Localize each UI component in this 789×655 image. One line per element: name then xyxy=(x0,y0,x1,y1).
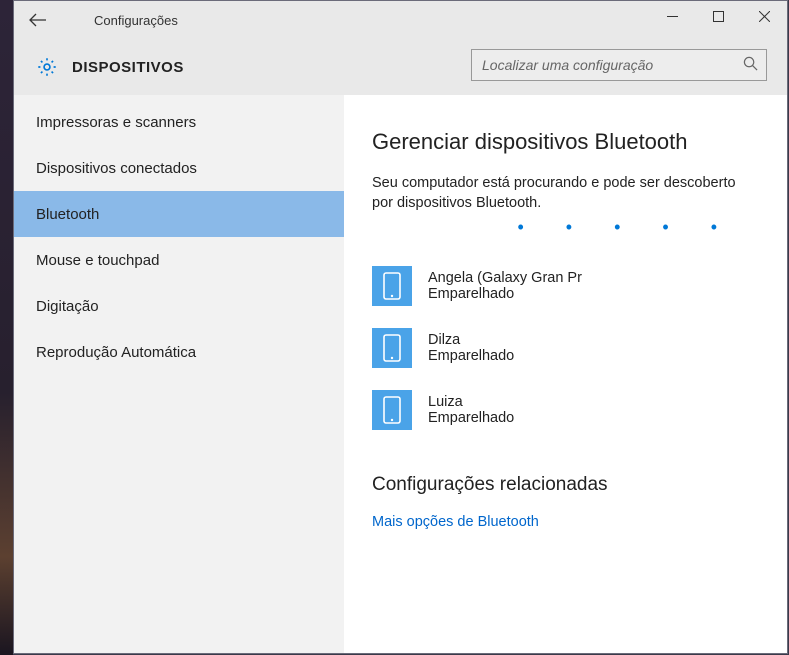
phone-icon xyxy=(372,266,412,306)
sidebar-item-mouse-touchpad[interactable]: Mouse e touchpad xyxy=(14,237,344,283)
more-bluetooth-options-link[interactable]: Mais opções de Bluetooth xyxy=(372,514,759,530)
sidebar-item-autoplay[interactable]: Reprodução Automática xyxy=(14,329,344,375)
sidebar-item-label: Mouse e touchpad xyxy=(36,252,159,269)
settings-window: Configurações DISPOSITIVOS xyxy=(13,0,788,654)
close-button[interactable] xyxy=(741,1,787,31)
device-name: Angela (Galaxy Gran Pr xyxy=(428,270,582,286)
device-row[interactable]: Angela (Galaxy Gran Pr Emparelhado xyxy=(372,258,759,314)
device-row[interactable]: Luiza Emparelhado xyxy=(372,382,759,438)
content-pane: Gerenciar dispositivos Bluetooth Seu com… xyxy=(344,95,787,653)
close-icon xyxy=(759,11,770,22)
sidebar-item-connected-devices[interactable]: Dispositivos conectados xyxy=(14,145,344,191)
sidebar-item-label: Dispositivos conectados xyxy=(36,160,197,177)
back-button[interactable] xyxy=(14,1,62,39)
search-icon[interactable] xyxy=(743,56,758,74)
sidebar-item-label: Digitação xyxy=(36,298,99,315)
phone-icon xyxy=(372,390,412,430)
titlebar: Configurações xyxy=(14,1,787,39)
device-status: Emparelhado xyxy=(428,410,514,426)
search-input[interactable] xyxy=(482,57,743,73)
window-title: Configurações xyxy=(94,13,178,28)
sidebar-item-label: Bluetooth xyxy=(36,206,99,223)
header: DISPOSITIVOS xyxy=(14,39,787,95)
back-arrow-icon xyxy=(29,13,47,27)
sidebar-item-printers[interactable]: Impressoras e scanners xyxy=(14,99,344,145)
section-title: DISPOSITIVOS xyxy=(72,59,184,76)
device-name: Luiza xyxy=(428,394,514,410)
maximize-button[interactable] xyxy=(695,1,741,31)
device-info: Angela (Galaxy Gran Pr Emparelhado xyxy=(428,270,582,302)
sidebar-item-bluetooth[interactable]: Bluetooth xyxy=(14,191,344,237)
window-controls xyxy=(649,1,787,31)
minimize-icon xyxy=(667,11,678,22)
search-box[interactable] xyxy=(471,49,767,81)
gear-icon xyxy=(36,56,58,78)
searching-progress-dots: ••••• xyxy=(372,224,759,234)
page-title: Gerenciar dispositivos Bluetooth xyxy=(372,129,759,155)
device-info: Luiza Emparelhado xyxy=(428,394,514,426)
maximize-icon xyxy=(713,11,724,22)
device-row[interactable]: Dilza Emparelhado xyxy=(372,320,759,376)
desktop-background xyxy=(0,0,13,655)
phone-icon xyxy=(372,328,412,368)
device-name: Dilza xyxy=(428,332,514,348)
device-status: Emparelhado xyxy=(428,286,582,302)
sidebar-item-label: Impressoras e scanners xyxy=(36,114,196,131)
sidebar-item-typing[interactable]: Digitação xyxy=(14,283,344,329)
device-list: Angela (Galaxy Gran Pr Emparelhado Dilza… xyxy=(372,258,759,438)
sidebar-item-label: Reprodução Automática xyxy=(36,344,196,361)
page-description: Seu computador está procurando e pode se… xyxy=(372,173,759,214)
device-status: Emparelhado xyxy=(428,348,514,364)
sidebar: Impressoras e scanners Dispositivos cone… xyxy=(14,95,344,653)
body: Impressoras e scanners Dispositivos cone… xyxy=(14,95,787,653)
minimize-button[interactable] xyxy=(649,1,695,31)
related-settings-title: Configurações relacionadas xyxy=(372,474,759,496)
device-info: Dilza Emparelhado xyxy=(428,332,514,364)
